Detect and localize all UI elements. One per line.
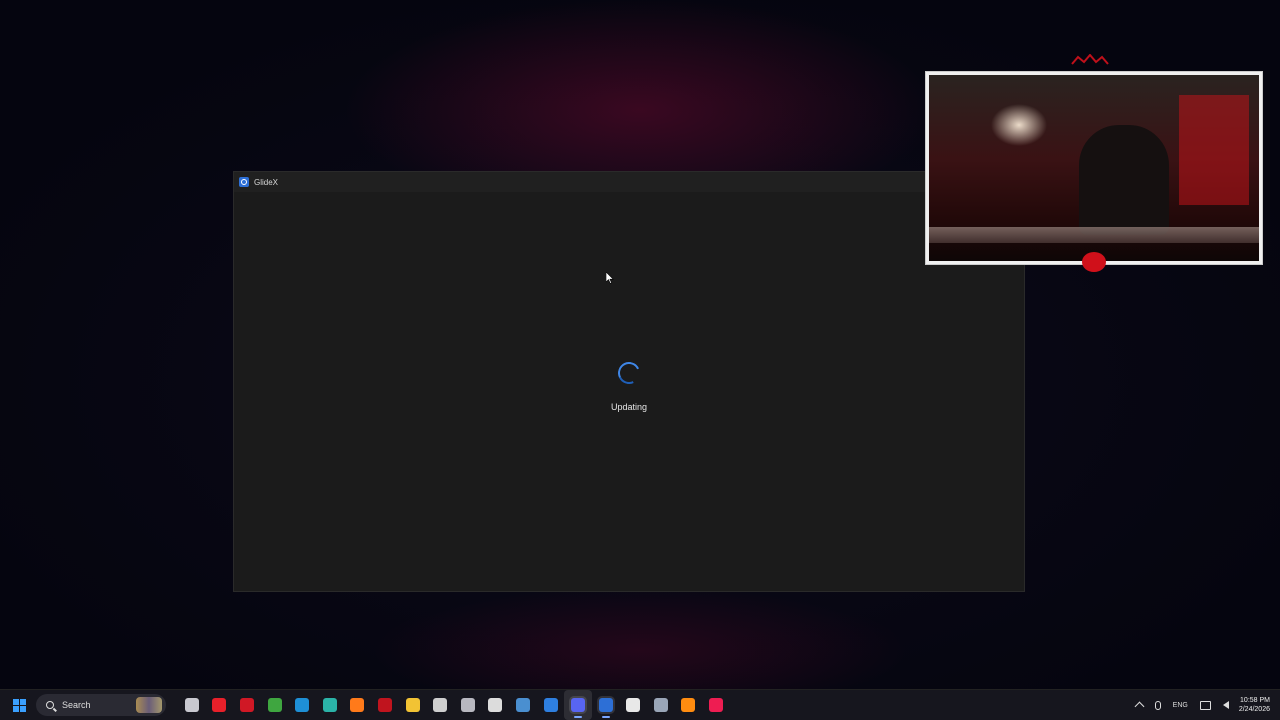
clock-date: 2/24/2026 [1238,706,1270,713]
windows-logo-icon [12,698,26,712]
edge-browser-icon [295,698,310,712]
github-desktop-taskbar-button[interactable] [454,690,482,720]
opera-icon [377,698,392,712]
firefox-taskbar-button[interactable] [344,690,372,720]
desktop: GlideX Updating [0,0,1280,690]
capcut-icon [626,698,641,712]
green-grid-app-icon [267,698,282,712]
teal-c-app-taskbar-button[interactable] [316,690,344,720]
search-label: Search [62,700,91,710]
task-view-icon [184,698,199,712]
webcam-person [1079,125,1169,235]
file-explorer-icon [405,698,420,712]
network-icon [1199,700,1211,710]
flash-app-icon [212,698,227,712]
green-grid-app-taskbar-button[interactable] [261,690,289,720]
system-tray: ENG 10:58 PM 2/24/2026 [1130,690,1280,720]
edge-browser-taskbar-button[interactable] [288,690,316,720]
clock[interactable]: 10:58 PM 2/24/2026 [1239,696,1270,714]
window-titlebar[interactable]: GlideX [234,172,1024,192]
volume-tray-button[interactable] [1222,701,1229,709]
tiktok-icon [709,698,724,712]
loading-spinner-icon [614,358,644,388]
chevron-up-icon [1134,701,1145,712]
github-desktop-icon [460,698,475,712]
webcam-overlay [926,72,1262,264]
taskbar-search[interactable]: Search [36,694,166,716]
steam-taskbar-button[interactable] [509,690,537,720]
glidex-taskbar-icon [598,698,613,712]
webcam-desk [929,227,1259,243]
glidex-app-icon [239,177,249,187]
flash-app-taskbar-button[interactable] [206,690,234,720]
search-highlight-image [136,697,162,713]
vlc-icon [681,698,696,712]
microphone-icon [1154,700,1161,710]
blue-app-icon [543,698,558,712]
file-explorer-taskbar-button[interactable] [399,690,427,720]
unity-icon [433,698,448,712]
status-text: Updating [610,402,648,412]
search-icon [46,701,54,709]
microphone-tray-button[interactable] [1154,700,1161,710]
taskbar: Search ENG 10:58 PM 2/24/2026 [0,689,1280,720]
vlc-taskbar-button[interactable] [675,690,703,720]
settings-taskbar-button[interactable] [647,690,675,720]
network-tray-button[interactable] [1199,700,1211,710]
epic-games-icon [488,698,503,712]
overlay-ornament-icon [1071,54,1109,65]
webcam-video [929,75,1259,261]
loading-area: Updating [234,358,1024,412]
speaker-icon [1222,701,1229,709]
settings-icon [653,698,668,712]
overlay-red-drop-icon [1082,252,1106,272]
clock-time: 10:58 PM [1240,697,1270,704]
start-button[interactable] [4,690,34,720]
glidex-taskbar-taskbar-button[interactable] [592,690,620,720]
language-indicator[interactable]: ENG [1173,702,1188,709]
task-view-taskbar-button[interactable] [178,690,206,720]
discord-taskbar-button[interactable] [564,690,592,720]
red-app-taskbar-button[interactable] [233,690,261,720]
tiktok-taskbar-button[interactable] [702,690,730,720]
window-title: GlideX [254,177,279,187]
unity-taskbar-button[interactable] [426,690,454,720]
teal-c-app-icon [322,698,337,712]
taskbar-apps [178,690,730,720]
steam-icon [515,698,530,712]
webcam-red-light [1179,95,1249,205]
opera-taskbar-button[interactable] [371,690,399,720]
red-app-icon [239,698,254,712]
tray-overflow-button[interactable] [1134,700,1145,712]
blue-app-taskbar-button[interactable] [537,690,565,720]
epic-games-taskbar-button[interactable] [482,690,510,720]
discord-icon [571,698,586,712]
glidex-window[interactable]: GlideX Updating [233,171,1025,592]
firefox-icon [350,698,365,712]
mouse-cursor-icon [605,271,614,289]
capcut-taskbar-button[interactable] [620,690,648,720]
